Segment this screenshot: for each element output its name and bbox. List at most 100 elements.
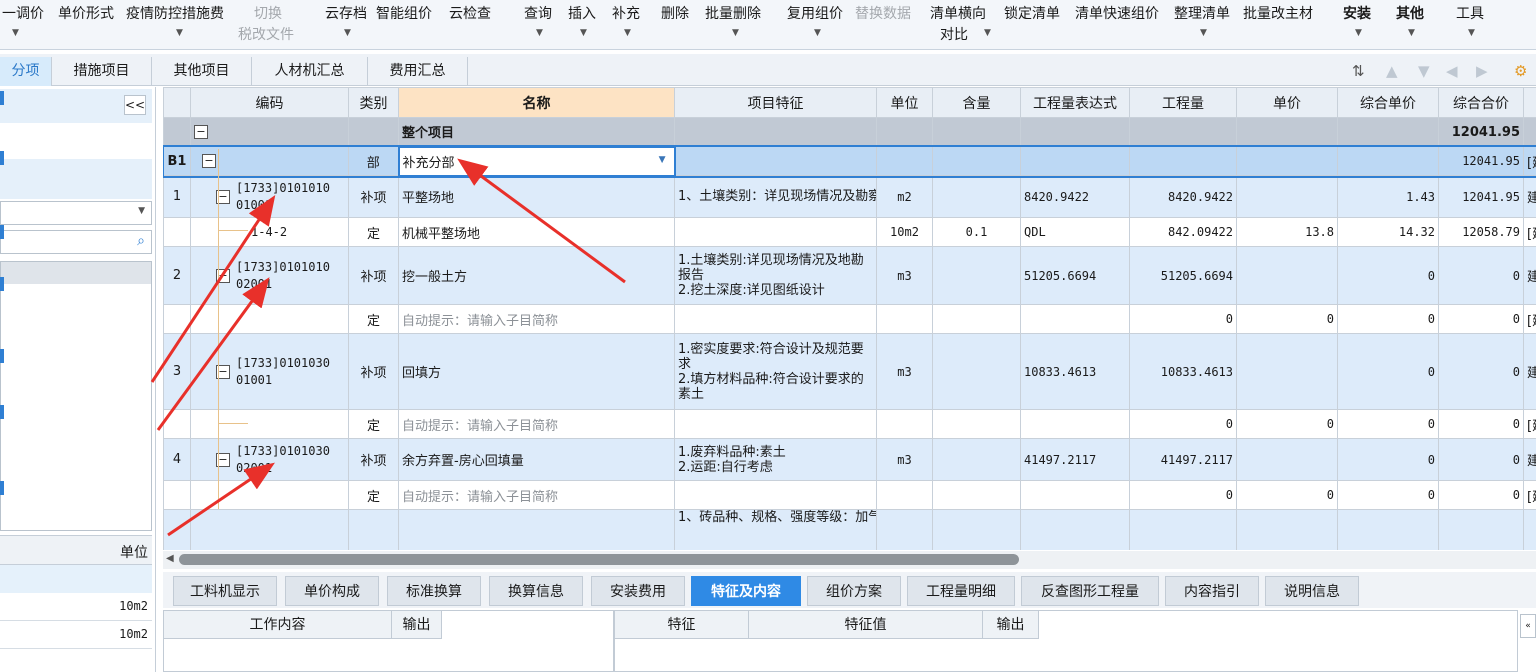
batch-main-material-button[interactable]: 批量改主材	[1243, 4, 1313, 24]
type-cell[interactable]: 补项	[348, 246, 399, 305]
table-row[interactable]: 4 − [1733]0101030 02001 补项 余方弃置-房心回填量 1.废…	[163, 438, 1536, 481]
unit-cell[interactable]	[876, 117, 933, 147]
expr-cell[interactable]	[1020, 480, 1130, 510]
tab-other-items[interactable]: 其他项目	[152, 57, 252, 86]
content-cell[interactable]	[932, 175, 1021, 218]
collapse-right-icon[interactable]: «	[1520, 614, 1536, 638]
code-cell[interactable]: −	[190, 146, 349, 176]
reuse-pricing-button[interactable]: 复用组价	[787, 4, 843, 24]
smart-pricing-button[interactable]: 智能组价	[376, 4, 432, 24]
delete-button[interactable]: 删除	[661, 4, 689, 24]
col-header-type[interactable]: 类别	[348, 87, 399, 118]
col-header-unit[interactable]: 单位	[876, 87, 933, 118]
feature-cell[interactable]	[674, 146, 877, 176]
expr-cell[interactable]	[1020, 146, 1130, 176]
qty-cell[interactable]	[1129, 117, 1237, 147]
chevron-down-icon[interactable]: ▼	[1408, 28, 1415, 38]
content-cell[interactable]: 0.1	[932, 217, 1021, 247]
sort-icon[interactable]: ⇅	[1352, 62, 1365, 80]
quick-list-pricing-button[interactable]: 清单快速组价	[1075, 4, 1159, 24]
name-cell[interactable]: 平整场地	[398, 175, 675, 218]
lock-list-button[interactable]: 锁定清单	[1004, 4, 1060, 24]
col-header-content[interactable]: 含量	[932, 87, 1021, 118]
table-row[interactable]: − 整个项目 12041.95	[163, 117, 1536, 147]
comp-price-cell[interactable]: 0	[1337, 438, 1439, 481]
content-cell[interactable]	[932, 409, 1021, 439]
expr-cell[interactable]	[1020, 409, 1130, 439]
unit-cell[interactable]: m2	[876, 175, 933, 218]
query-button[interactable]: 查询	[524, 4, 552, 24]
name-cell[interactable]	[398, 509, 675, 550]
col-header-code[interactable]: 编码	[190, 87, 349, 118]
comp-price-cell[interactable]: 0	[1337, 246, 1439, 305]
price-cell[interactable]: 0	[1236, 480, 1338, 510]
settings-icon[interactable]: ⚙	[1514, 62, 1527, 80]
expr-cell[interactable]: QDL	[1020, 217, 1130, 247]
price-cell[interactable]	[1236, 333, 1338, 410]
tab-install-cost[interactable]: 安装费用	[591, 576, 685, 606]
tab-features-content[interactable]: 特征及内容	[691, 576, 801, 606]
supplement-button[interactable]: 补充	[612, 4, 640, 24]
price-cell[interactable]	[1236, 438, 1338, 481]
chevron-down-icon[interactable]: ▼	[732, 28, 739, 38]
qty-cell[interactable]: 8420.9422	[1129, 175, 1237, 218]
scroll-left-icon[interactable]: ◀	[166, 553, 174, 564]
comp-total-cell[interactable]: 0	[1438, 409, 1524, 439]
feature-cell[interactable]: 1、土壤类别：详见现场情况及勘察报告	[674, 175, 877, 218]
chevron-down-icon[interactable]: ▼	[1355, 28, 1362, 38]
chevron-down-icon[interactable]: ▼	[344, 28, 351, 38]
comp-price-cell[interactable]: 0	[1337, 480, 1439, 510]
list-item[interactable]: 10m2	[0, 593, 152, 621]
qty-cell[interactable]: 0	[1129, 480, 1237, 510]
extra-cell[interactable]: 建	[1523, 175, 1536, 218]
extra-cell[interactable]: [建	[1523, 217, 1536, 247]
col-header-quantity[interactable]: 工程量	[1129, 87, 1237, 118]
comp-price-cell[interactable]	[1337, 509, 1439, 550]
tab-labor-material-summary[interactable]: 人材机汇总	[252, 57, 368, 86]
col-header-comp-price[interactable]: 综合单价	[1337, 87, 1439, 118]
collapse-icon[interactable]: −	[202, 154, 216, 168]
extra-cell[interactable]: [建	[1523, 146, 1536, 176]
tree-list-selected-row[interactable]	[1, 262, 151, 284]
extra-cell[interactable]: [建	[1523, 480, 1536, 510]
unit-cell[interactable]: m3	[876, 246, 933, 305]
name-hint-cell[interactable]: 自动提示：请输入子目简称	[398, 304, 675, 334]
extra-cell[interactable]: [建	[1523, 304, 1536, 334]
feature-cell[interactable]	[674, 409, 877, 439]
price-cell[interactable]: 0	[1236, 304, 1338, 334]
install-button[interactable]: 安装	[1343, 4, 1371, 24]
extra-cell[interactable]: 建	[1523, 333, 1536, 410]
name-cell[interactable]: 余方弃置-房心回填量	[398, 438, 675, 481]
table-row[interactable]: 定 自动提示：请输入子目简称 0 0 0 0 [建	[163, 480, 1536, 510]
search-icon[interactable]: ⌕	[137, 233, 145, 249]
tab-description[interactable]: 说明信息	[1265, 576, 1359, 606]
table-row[interactable]: 定 自动提示：请输入子目简称 0 0 0 0 [建	[163, 409, 1536, 439]
content-cell[interactable]	[932, 117, 1021, 147]
price-cell[interactable]	[1236, 146, 1338, 176]
tab-quantity-detail[interactable]: 工程量明细	[907, 576, 1015, 606]
type-cell[interactable]: 定	[348, 217, 399, 247]
unit-cell[interactable]: m3	[876, 333, 933, 410]
feature-cell[interactable]	[674, 304, 877, 334]
unit-cell[interactable]	[876, 509, 933, 550]
qty-cell[interactable]: 10833.4613	[1129, 333, 1237, 410]
feature-cell[interactable]	[674, 117, 877, 147]
work-content-header[interactable]: 工作内容	[164, 611, 392, 639]
table-row[interactable]: 定 自动提示：请输入子目简称 0 0 0 0 [建	[163, 304, 1536, 334]
batch-delete-button[interactable]: 批量删除	[705, 4, 761, 24]
code-cell[interactable]	[190, 304, 349, 334]
comp-total-cell[interactable]: 0	[1438, 480, 1524, 510]
unit-cell[interactable]: 10m2	[876, 217, 933, 247]
list-horizontal-button[interactable]: 清单横向	[930, 4, 986, 24]
name-cell[interactable]: 挖一般土方	[398, 246, 675, 305]
type-cell[interactable]: 补项	[348, 333, 399, 410]
comp-total-cell[interactable]: 12041.95	[1438, 117, 1524, 147]
output-header[interactable]: 输出	[392, 611, 442, 639]
name-hint-cell[interactable]: 自动提示：请输入子目简称	[398, 409, 675, 439]
content-cell[interactable]	[932, 438, 1021, 481]
type-cell[interactable]: 定	[348, 480, 399, 510]
price-cell[interactable]: 0	[1236, 409, 1338, 439]
unit-cell[interactable]	[876, 409, 933, 439]
unit-cell[interactable]	[876, 480, 933, 510]
switch-button[interactable]: 切换	[254, 4, 282, 24]
